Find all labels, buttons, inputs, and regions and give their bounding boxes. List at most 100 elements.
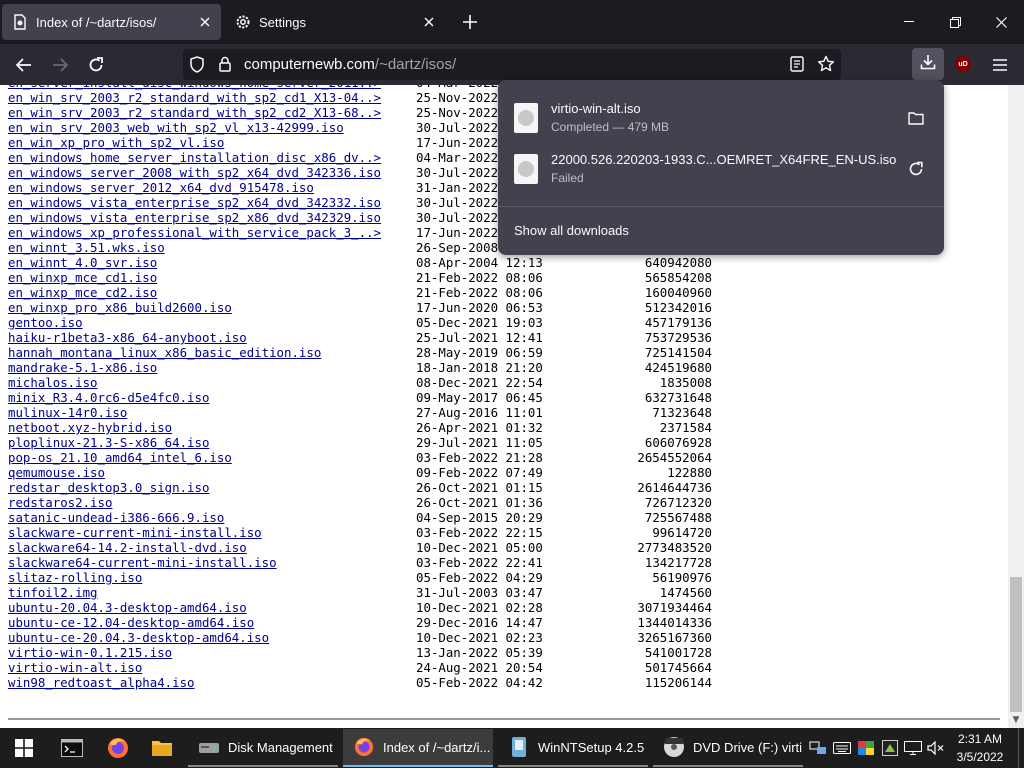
- forward-button[interactable]: [45, 50, 75, 80]
- file-link[interactable]: en_windows_home_server_installation_disc…: [8, 150, 381, 165]
- minimize-window-button[interactable]: [886, 0, 932, 44]
- retry-icon[interactable]: [904, 157, 928, 181]
- close-window-button[interactable]: [978, 0, 1024, 44]
- file-size: 606076928: [644, 435, 712, 450]
- file-explorer-taskbar-icon[interactable]: [140, 728, 184, 768]
- scroll-down-arrow-icon[interactable]: ▼: [1010, 714, 1022, 726]
- taskbar-button-firefox[interactable]: Index of /~dartz/i...: [343, 729, 493, 767]
- downloads-button[interactable]: [912, 48, 944, 80]
- show-all-downloads-button[interactable]: Show all downloads: [514, 223, 629, 238]
- monitor-tray-icon[interactable]: [902, 728, 924, 768]
- file-link[interactable]: ubuntu-ce-20.04.3-desktop-amd64.iso: [8, 630, 269, 645]
- file-link[interactable]: mandrake-5.1-x86.iso: [8, 360, 157, 375]
- volume-muted-icon[interactable]: [925, 728, 947, 768]
- file-modified-date: 04-Mar-2022: [416, 150, 498, 165]
- file-link[interactable]: virtio-win-0.1.215.iso: [8, 645, 172, 660]
- file-link[interactable]: virtio-win-alt.iso: [8, 660, 142, 675]
- file-link[interactable]: en_winnt_4.0_svr.iso: [8, 255, 157, 270]
- tab-settings[interactable]: Settings: [225, 4, 445, 40]
- file-link[interactable]: satanic-undead-i386-666.9.iso: [8, 510, 224, 525]
- scrollbar-thumb[interactable]: [1010, 577, 1022, 712]
- file-link[interactable]: slackware-current-mini-install.iso: [8, 525, 262, 540]
- file-link[interactable]: win98_redtoast_alpha4.iso: [8, 675, 195, 690]
- tracking-protection-shield-icon[interactable]: [190, 56, 204, 77]
- file-modified-date: 17-Jun-2022: [416, 135, 498, 150]
- back-button[interactable]: [9, 50, 39, 80]
- taskbar-button-dvd-drive[interactable]: DVD Drive (F:) virti...: [653, 729, 803, 767]
- file-link[interactable]: en_windows_server_2008_with_sp2_x64_dvd_…: [8, 165, 381, 180]
- show-desktop-button[interactable]: [1018, 728, 1024, 768]
- file-link[interactable]: pop-os_21.10_amd64_intel_6.iso: [8, 450, 232, 465]
- file-link[interactable]: haiku-r1beta3-x86_64-anyboot.iso: [8, 330, 247, 345]
- file-link[interactable]: slitaz-rolling.iso: [8, 570, 142, 585]
- file-link[interactable]: hannah_montana_linux_x86_basic_edition.i…: [8, 345, 321, 360]
- file-link[interactable]: tinfoil2.img: [8, 585, 98, 600]
- file-link[interactable]: en_windows_server_2012_x64_dvd_915478.is…: [8, 180, 314, 195]
- file-modified-date: 09-Feb-2022 07:49: [416, 465, 543, 480]
- file-link[interactable]: en_windows_xp_professional_with_service_…: [8, 225, 381, 240]
- download-item[interactable]: virtio-win-alt.iso Completed — 479 MB: [506, 94, 936, 142]
- file-link[interactable]: en_windows_vista_enterprise_sp2_x86_dvd_…: [8, 210, 381, 225]
- network-tray-icon[interactable]: [806, 728, 830, 768]
- ublock-extension-icon[interactable]: uD: [955, 56, 971, 72]
- file-link[interactable]: en_winxp_pro_x86_build2600.iso: [8, 300, 232, 315]
- file-link[interactable]: redstaros2.iso: [8, 495, 112, 510]
- system-clock[interactable]: 2:31 AM 3/5/2022: [948, 730, 1012, 766]
- file-modified-date: 26-Oct-2021 01:15: [416, 480, 543, 495]
- reload-button[interactable]: [81, 50, 111, 80]
- file-link[interactable]: minix_R3.4.0rc6-d5e4fc0.iso: [8, 390, 209, 405]
- file-link[interactable]: ploplinux-21.3-S-x86_64.iso: [8, 435, 209, 450]
- close-tab-icon[interactable]: [417, 10, 441, 34]
- close-tab-icon[interactable]: [193, 10, 217, 34]
- file-link[interactable]: ubuntu-ce-12.04-desktop-amd64.iso: [8, 615, 254, 630]
- start-button[interactable]: [2, 728, 46, 768]
- file-link[interactable]: qemumouse.iso: [8, 465, 105, 480]
- taskbar-button-winntsetup[interactable]: WinNTSetup 4.2.5 ...: [498, 729, 648, 767]
- tab-index-of-isos[interactable]: Index of /~dartz/isos/: [2, 4, 221, 40]
- file-link[interactable]: michalos.iso: [8, 375, 98, 390]
- new-tab-button[interactable]: [456, 8, 484, 36]
- file-link[interactable]: en_win_srv_2003_r2_standard_with_sp2_cd1…: [8, 90, 381, 105]
- file-link[interactable]: gentoo.iso: [8, 315, 83, 330]
- file-link[interactable]: netboot.xyz-hybrid.iso: [8, 420, 172, 435]
- reader-view-icon[interactable]: [790, 56, 804, 76]
- time-value: 11:05: [505, 435, 543, 450]
- folder-icon[interactable]: [904, 106, 928, 130]
- file-link[interactable]: en_win_srv_2003_web_with_sp2_vl_x13-4299…: [8, 120, 344, 135]
- file-size: 753729536: [644, 330, 712, 345]
- restore-window-button[interactable]: [932, 0, 978, 44]
- file-link[interactable]: redstar_desktop3.0_sign.iso: [8, 480, 209, 495]
- file-link[interactable]: en_win_xp_pro_with_sp2_vl.iso: [8, 135, 224, 150]
- download-item[interactable]: 22000.526.220203-1933.C...OEMRET_X64FRE_…: [506, 145, 936, 193]
- date-value: 03-Feb-2022: [416, 450, 499, 465]
- panel-divider: [498, 206, 944, 207]
- file-link[interactable]: en_winxp_mce_cd1.iso: [8, 270, 157, 285]
- time-value: 20:29: [505, 510, 543, 525]
- clock-date: 3/5/2022: [956, 750, 1004, 764]
- file-link[interactable]: mulinux-14r0.iso: [8, 405, 127, 420]
- file-link[interactable]: en_windows_vista_enterprise_sp2_x64_dvd_…: [8, 195, 381, 210]
- app-menu-button[interactable]: [985, 50, 1015, 80]
- file-size: 71323648: [652, 405, 712, 420]
- file-link[interactable]: en_win_srv_2003_r2_standard_with_sp2_cd2…: [8, 105, 381, 120]
- windows-logo-icon: [15, 739, 33, 757]
- download-arrow-icon: [920, 54, 936, 74]
- bookmark-star-icon[interactable]: [817, 55, 835, 77]
- file-link[interactable]: ubuntu-20.04.3-desktop-amd64.iso: [8, 600, 247, 615]
- firefox-taskbar-icon[interactable]: [96, 728, 140, 768]
- command-prompt-taskbar-icon[interactable]: [50, 728, 94, 768]
- taskbar-button-disk-management[interactable]: Disk Management: [188, 729, 338, 767]
- file-modified-date: 13-Jan-2022 05:39: [416, 645, 543, 660]
- file-link[interactable]: slackware64-current-mini-install.iso: [8, 555, 277, 570]
- keyboard-tray-icon[interactable]: [831, 728, 853, 768]
- color-display-tray-icon[interactable]: [855, 728, 877, 768]
- file-link[interactable]: slackware64-14.2-install-dvd.iso: [8, 540, 247, 555]
- file-link[interactable]: en_winnt_3.51.wks.iso: [8, 240, 165, 255]
- address-bar[interactable]: computernewb.com/~dartz/isos/: [183, 49, 841, 80]
- date-value: 29-Jul-2021: [416, 435, 499, 450]
- file-size: 632731648: [644, 390, 712, 405]
- lock-icon[interactable]: [219, 56, 231, 76]
- file-link[interactable]: en_winxp_mce_cd2.iso: [8, 285, 157, 300]
- url-text[interactable]: computernewb.com/~dartz/isos/: [244, 56, 456, 73]
- graphics-tray-icon[interactable]: [879, 728, 901, 768]
